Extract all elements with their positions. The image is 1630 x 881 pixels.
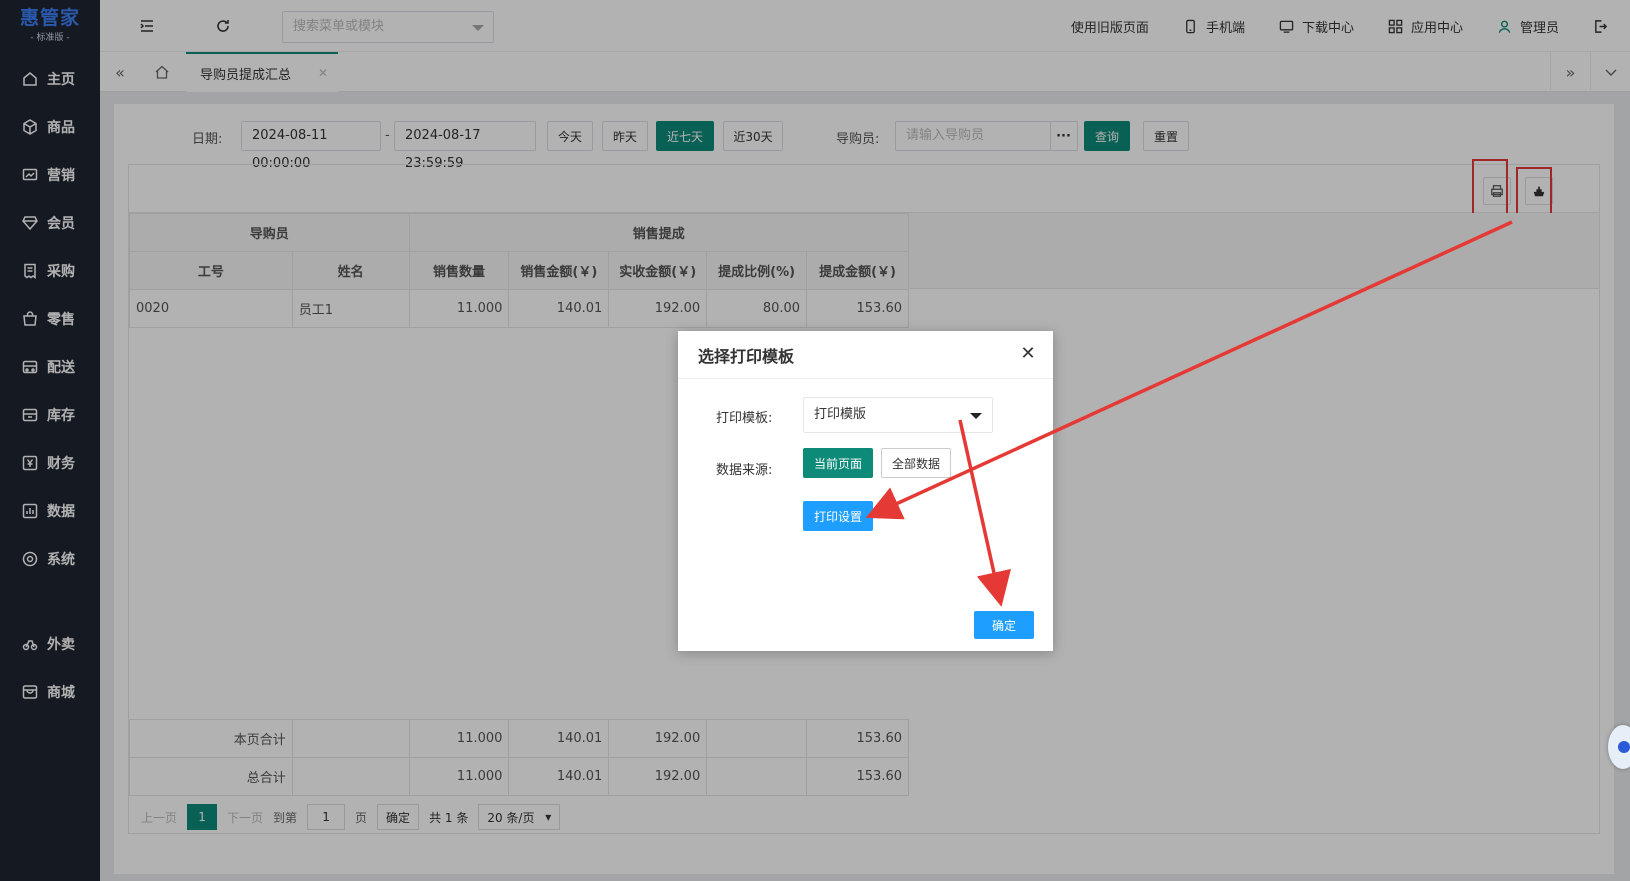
dialog-title: 选择打印模板: [698, 346, 795, 366]
dialog-header: 选择打印模板 ✕: [678, 331, 1053, 379]
current-page-button[interactable]: 当前页面: [803, 448, 873, 478]
chevron-down-icon: [970, 413, 982, 419]
template-label: 打印模板:: [716, 411, 773, 426]
close-icon[interactable]: ✕: [1019, 345, 1037, 363]
assistant-float-icon[interactable]: [1608, 725, 1630, 769]
source-label: 数据来源:: [716, 463, 773, 478]
print-template-dialog: 选择打印模板 ✕ 打印模板: 打印模版 数据来源: 当前页面 全部数据 打印设置…: [678, 331, 1053, 651]
confirm-button[interactable]: 确定: [974, 611, 1034, 639]
template-value: 打印模版: [814, 407, 867, 422]
print-settings-button[interactable]: 打印设置: [803, 501, 873, 531]
all-data-button[interactable]: 全部数据: [881, 448, 951, 478]
template-select[interactable]: 打印模版: [803, 397, 993, 433]
